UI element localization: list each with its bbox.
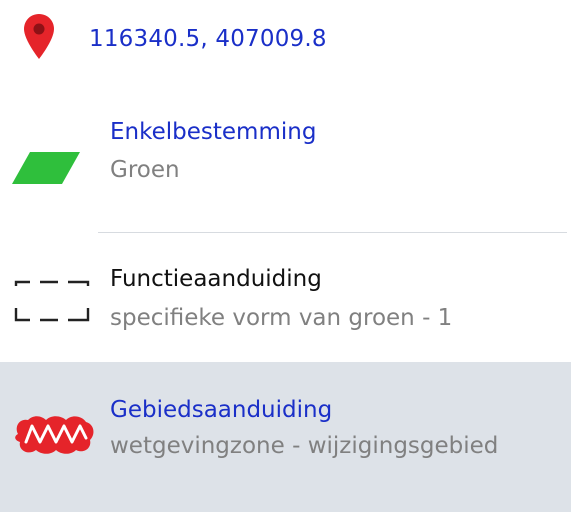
item-subtitle: specifieke vorm van groen - 1 bbox=[110, 305, 453, 331]
item-title[interactable]: Gebiedsaanduiding bbox=[110, 397, 332, 423]
list-item-gebiedsaanduiding[interactable]: Gebiedsaanduiding wetgevingzone - wijzig… bbox=[0, 362, 571, 512]
item-title[interactable]: Functieaanduiding bbox=[110, 266, 322, 292]
map-pin-icon bbox=[22, 12, 56, 62]
dashed-rectangle-icon bbox=[14, 278, 94, 324]
list-item-functieaanduiding[interactable]: Functieaanduiding specifieke vorm van gr… bbox=[0, 233, 571, 361]
feature-info-panel: 116340.5, 407009.8 Enkelbestemming Groen… bbox=[0, 0, 571, 512]
item-subtitle: Groen bbox=[110, 157, 180, 183]
green-parallelogram-icon bbox=[12, 152, 80, 184]
location-row[interactable]: 116340.5, 407009.8 bbox=[0, 0, 571, 90]
item-subtitle: wetgevingzone - wijzigingsgebied bbox=[110, 433, 499, 459]
coordinates-link[interactable]: 116340.5, 407009.8 bbox=[89, 26, 327, 52]
red-zigzag-area-icon bbox=[12, 412, 96, 456]
list-item-enkelbestemming[interactable]: Enkelbestemming Groen bbox=[0, 100, 571, 232]
item-title[interactable]: Enkelbestemming bbox=[110, 119, 316, 145]
